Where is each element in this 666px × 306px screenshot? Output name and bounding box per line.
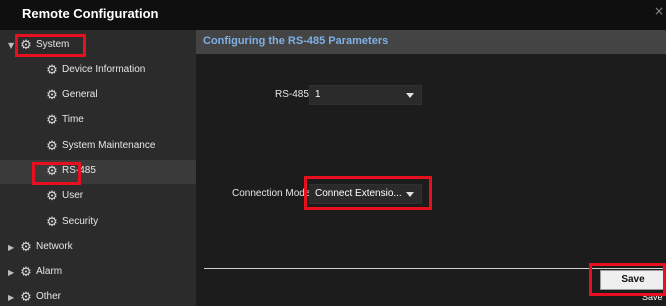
gear-icon: ⚙ [46,139,58,154]
window-title: Remote Configuration [22,6,159,21]
sidebar-item-rs485[interactable]: ⚙ RS-485 [0,160,196,184]
sidebar-item-label: Security [62,216,99,227]
gear-icon: ⚙ [46,88,58,103]
chevron-right-icon[interactable]: ▶ [8,268,14,277]
sidebar-item-time[interactable]: ⚙ Time [0,109,196,133]
gear-icon: ⚙ [20,265,32,280]
gear-icon: ⚙ [46,189,58,204]
sidebar-item-network[interactable]: ▶ ⚙ Network [0,236,196,260]
highlight-box-connection-mode [304,176,432,210]
title-bar: Remote Configuration × [0,0,666,30]
gear-icon: ⚙ [46,63,58,78]
sidebar-item-label: Network [36,241,73,252]
section-header: Configuring the RS-485 Parameters [196,30,666,54]
rs485-select-value: 1 [315,89,321,100]
sidebar-tree: ▼ ⚙ System ⚙ Device Information ⚙ Genera… [0,30,196,306]
gear-icon: ⚙ [46,215,58,230]
sidebar-item-alarm[interactable]: ▶ ⚙ Alarm [0,261,196,285]
sidebar-item-device-information[interactable]: ⚙ Device Information [0,59,196,83]
highlight-box-system [15,34,86,57]
sidebar-item-user[interactable]: ⚙ User [0,185,196,209]
highlight-box-rs485 [32,162,81,185]
sidebar-item-label: Alarm [36,266,63,277]
sidebar-item-label: Device Information [62,64,146,75]
sidebar-item-other[interactable]: ▶ ⚙ Other [0,286,196,306]
close-icon[interactable]: × [654,4,664,18]
gear-icon: ⚙ [46,113,58,128]
chevron-right-icon[interactable]: ▶ [8,293,14,302]
sidebar-item-label: User [62,190,84,201]
chevron-down-icon [406,93,414,98]
sidebar-item-general[interactable]: ⚙ General [0,84,196,108]
sidebar-item-label: System Maintenance [62,140,156,151]
sidebar-item-label: General [62,89,98,100]
highlight-box-save [589,263,666,296]
sidebar-item-label: Time [62,114,84,125]
page-title: Configuring the RS-485 Parameters [203,35,389,47]
sidebar-item-security[interactable]: ⚙ Security [0,211,196,235]
chevron-right-icon[interactable]: ▶ [8,243,14,252]
chevron-down-icon[interactable]: ▼ [8,41,14,50]
gear-icon: ⚙ [20,240,32,255]
sidebar-item-label: Other [36,291,62,302]
connection-mode-label: Connection Mode: [232,188,314,199]
rs485-label: RS-485: [275,89,312,100]
rs485-select[interactable]: 1 [309,85,422,105]
sidebar-item-system-maintenance[interactable]: ⚙ System Maintenance [0,135,196,159]
gear-icon: ⚙ [20,290,32,305]
